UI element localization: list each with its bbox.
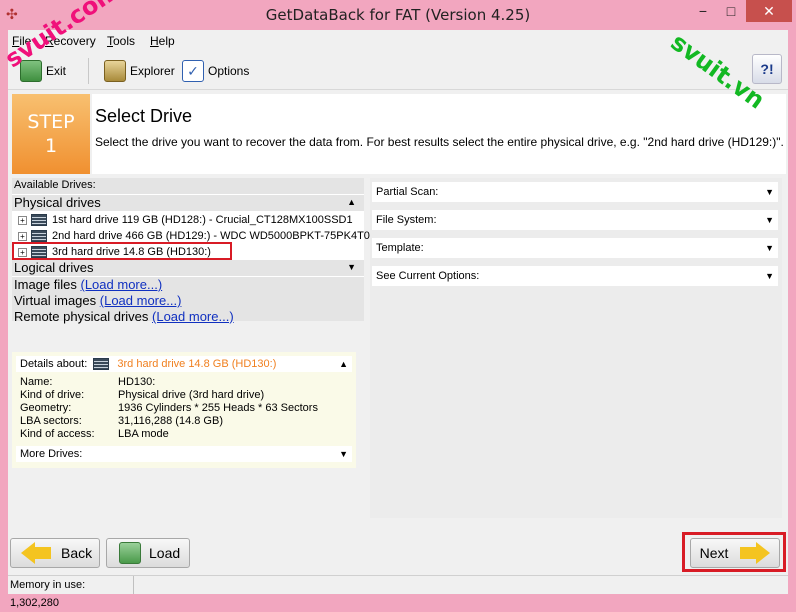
selected-drive-highlight <box>12 242 232 260</box>
logical-drives-label: Logical drives <box>14 260 94 275</box>
step-number: 1 <box>44 135 58 157</box>
drive-label: 2nd hard drive 466 GB (HD129:) - WDC WD5… <box>52 230 370 242</box>
back-button[interactable]: Back <box>10 538 100 568</box>
maximize-button[interactable]: □ <box>718 0 744 22</box>
drive-label: 1st hard drive 119 GB (HD128:) - Crucial… <box>52 214 353 226</box>
expand-plus-icon[interactable]: + <box>18 215 27 225</box>
hard-drive-icon <box>31 214 47 226</box>
drive-item-hd128[interactable]: + 1st hard drive 119 GB (HD128:) - Cruci… <box>18 212 353 228</box>
hard-drive-icon <box>93 358 110 371</box>
expand-plus-icon[interactable]: + <box>18 231 27 241</box>
explorer-icon <box>104 60 126 82</box>
options-button[interactable]: ✓ Options <box>182 56 249 86</box>
current-options-dropdown[interactable]: See Current Options: ▼ <box>372 266 778 286</box>
minimize-button[interactable]: − <box>690 0 716 22</box>
image-files-row: Image files (Load more...) <box>14 277 163 292</box>
available-drives-label: Available Drives: <box>12 178 364 194</box>
partial-scan-dropdown[interactable]: Partial Scan: ▼ <box>372 182 778 202</box>
step-description: Select the drive you want to recover the… <box>95 135 784 149</box>
collapse-icon: ▲ <box>339 359 348 369</box>
detail-value: LBA mode <box>118 428 169 440</box>
load-icon <box>119 542 141 564</box>
detail-value: HD130: <box>118 376 156 388</box>
explorer-button[interactable]: Explorer <box>104 56 175 86</box>
toolbar-separator <box>88 58 89 84</box>
logical-drives-header[interactable]: Logical drives ▼ <box>12 260 364 276</box>
step-label: STEP <box>27 111 75 133</box>
step-title: Select Drive <box>95 106 193 126</box>
collapse-icon: ▲ <box>347 197 356 207</box>
dropdown-arrow-icon: ▼ <box>765 271 774 281</box>
title-bar[interactable]: ✣ GetDataBack for FAT (Version 4.25) − □… <box>0 0 796 30</box>
detail-label: Name: <box>20 376 53 388</box>
remote-drives-load-more-link[interactable]: (Load more...) <box>152 309 234 324</box>
step-header: Select Drive Select the drive you want t… <box>92 94 786 174</box>
load-button[interactable]: Load <box>106 538 190 568</box>
detail-value: 1936 Cylinders * 255 Heads * 63 Sectors <box>118 402 318 414</box>
memory-status: Memory in use: 1,302,280 <box>8 576 134 609</box>
detail-value: Physical drive (3rd hard drive) <box>118 389 265 401</box>
remote-drives-row: Remote physical drives (Load more...) <box>14 309 234 324</box>
physical-drives-label: Physical drives <box>14 195 101 210</box>
back-arrow-shaft <box>35 547 51 559</box>
dropdown-arrow-icon: ▼ <box>765 215 774 225</box>
detail-value: 31,116,288 (14.8 GB) <box>118 415 223 427</box>
window-title: GetDataBack for FAT (Version 4.25) <box>265 6 531 24</box>
detail-label: LBA sectors: <box>20 415 82 427</box>
virtual-images-row: Virtual images (Load more...) <box>14 293 182 308</box>
details-header[interactable]: Details about: 3rd hard drive 14.8 GB (H… <box>16 356 352 372</box>
close-button[interactable]: ✕ <box>746 0 792 22</box>
back-arrow-icon <box>21 542 35 564</box>
exit-label: Exit <box>46 64 67 78</box>
options-checkbox-icon: ✓ <box>182 60 204 82</box>
drive-details-panel: Details about: 3rd hard drive 14.8 GB (H… <box>12 352 356 468</box>
file-system-dropdown[interactable]: File System: ▼ <box>372 210 778 230</box>
template-dropdown[interactable]: Template: ▼ <box>372 238 778 258</box>
expand-icon: ▼ <box>347 262 356 272</box>
image-files-load-more-link[interactable]: (Load more...) <box>81 277 163 292</box>
physical-drives-header[interactable]: Physical drives ▲ <box>12 195 364 211</box>
scan-options-panel: Partial Scan: ▼ File System: ▼ Template: ▼ … <box>370 178 782 518</box>
load-label: Load <box>149 545 181 561</box>
status-bar: Memory in use: 1,302,280 <box>8 575 788 609</box>
details-drive-name: 3rd hard drive 14.8 GB (HD130:) <box>117 358 277 370</box>
detail-label: Geometry: <box>20 402 72 414</box>
step-badge: STEP 1 <box>12 94 90 174</box>
menu-tools[interactable]: Tools <box>107 34 135 48</box>
client-area: File Recovery Tools Help Exit Explorer ✓… <box>8 30 788 609</box>
detail-label: Kind of drive: <box>20 389 85 401</box>
menu-help[interactable]: Help <box>150 34 175 48</box>
dropdown-arrow-icon: ▼ <box>765 243 774 253</box>
more-drives-dropdown[interactable]: More Drives: ▼ <box>16 446 352 462</box>
details-label: Details about: <box>20 358 88 370</box>
explorer-label: Explorer <box>130 64 175 78</box>
detail-label: Kind of access: <box>20 428 95 440</box>
help-button[interactable]: ?! <box>752 54 782 84</box>
dropdown-arrow-icon: ▼ <box>339 449 348 459</box>
dropdown-arrow-icon: ▼ <box>765 187 774 197</box>
back-label: Back <box>61 545 93 561</box>
options-label: Options <box>208 64 250 78</box>
next-button-highlight <box>682 532 786 572</box>
load-more-section: Image files (Load more...) Virtual image… <box>12 277 364 324</box>
hard-drive-icon <box>31 230 47 242</box>
toolbar: Exit Explorer ✓ Options <box>8 52 788 90</box>
virtual-images-load-more-link[interactable]: (Load more...) <box>100 293 182 308</box>
app-window: ✣ GetDataBack for FAT (Version 4.25) − □… <box>0 0 796 609</box>
